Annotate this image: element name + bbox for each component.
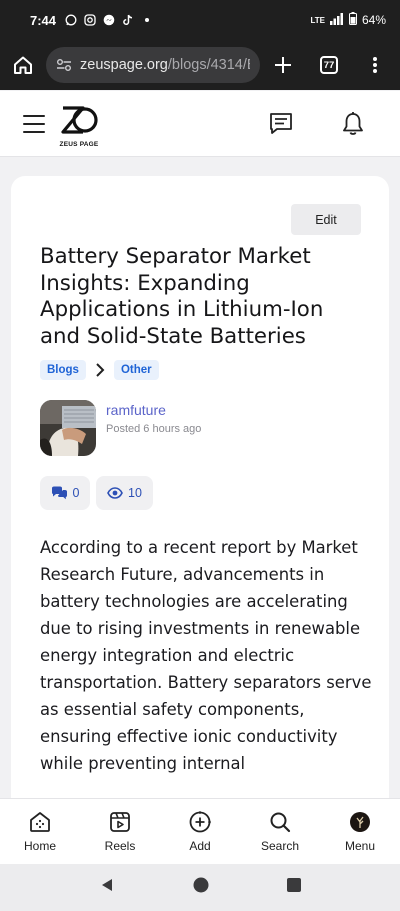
browser-toolbar: zeuspage.org/blogs/4314/Batte 77	[0, 40, 400, 90]
post-title: Battery Separator Market Insights: Expan…	[40, 244, 324, 349]
browser-menu-button[interactable]	[352, 40, 398, 90]
comments-count: 0	[72, 486, 80, 500]
edit-button[interactable]: Edit	[291, 204, 361, 235]
zeus-page-logo[interactable]: ZEUS PAGE	[55, 104, 103, 148]
views-count: 10	[128, 486, 142, 500]
url-domain: zeuspage.org	[80, 57, 168, 73]
url-path: /blogs/4314/Batte	[167, 57, 250, 73]
post-card: Edit Battery Separator Market Insights: …	[11, 176, 389, 876]
bell-icon[interactable]	[340, 111, 366, 137]
address-bar[interactable]: zeuspage.org/blogs/4314/Batte	[46, 47, 260, 83]
tab-switcher-button[interactable]: 77	[306, 40, 352, 90]
nav-home-label: Home	[23, 839, 56, 853]
instagram-icon	[83, 14, 96, 27]
tab-count: 77	[320, 56, 338, 74]
battery-percent: 64%	[361, 13, 386, 27]
comments-icon	[51, 486, 67, 500]
eye-icon	[107, 487, 123, 499]
notification-dot-icon	[140, 14, 153, 27]
site-settings-icon[interactable]	[56, 58, 72, 72]
battery-icon	[348, 12, 357, 28]
system-nav-bar	[0, 864, 400, 911]
home-outline-icon	[14, 56, 32, 74]
more-vert-icon	[373, 57, 377, 73]
plus-icon	[275, 57, 291, 73]
recents-square-icon[interactable]	[287, 878, 301, 897]
posted-time: Posted 6 hours ago	[106, 423, 202, 435]
tag-blogs[interactable]: Blogs	[40, 360, 86, 380]
author-avatar[interactable]	[40, 400, 96, 456]
nav-reels[interactable]: Reels	[80, 799, 160, 864]
home-circle-icon[interactable]	[193, 877, 209, 898]
whatsapp-icon	[64, 14, 77, 27]
comments-button[interactable]: 0	[40, 476, 90, 510]
nav-home[interactable]: Home	[0, 799, 80, 864]
network-type: LTE	[310, 15, 325, 25]
chevron-right-icon	[92, 362, 108, 378]
logo-text: ZEUS PAGE	[59, 141, 99, 148]
views-button[interactable]: 10	[96, 476, 153, 510]
status-time: 7:44	[30, 12, 57, 28]
nav-search[interactable]: Search	[240, 799, 320, 864]
nav-add-label: Add	[189, 839, 211, 853]
tiktok-icon	[121, 14, 134, 27]
back-icon[interactable]	[99, 877, 115, 898]
post-body: According to a recent report by Market R…	[40, 538, 372, 773]
new-tab-button[interactable]	[260, 40, 306, 90]
nav-menu-label: Menu	[344, 839, 376, 853]
nav-menu[interactable]: Menu	[320, 799, 400, 864]
avatar-icon	[347, 809, 373, 835]
post-tags: Blogs Other	[40, 360, 159, 380]
bottom-nav: Home Reels Add Search Menu	[0, 798, 400, 864]
nav-reels-label: Reels	[104, 839, 136, 853]
reels-icon	[107, 809, 133, 835]
tag-other[interactable]: Other	[113, 360, 159, 380]
search-icon	[267, 809, 293, 835]
messenger-icon	[102, 14, 115, 27]
home-icon	[27, 809, 53, 835]
add-circle-icon	[187, 809, 213, 835]
url-text: zeuspage.org/blogs/4314/Batte	[80, 57, 250, 73]
messages-icon[interactable]	[268, 111, 294, 137]
status-bar: 7:44 LTE 64%	[0, 0, 400, 40]
signal-icon	[329, 12, 344, 28]
hamburger-menu-icon[interactable]	[23, 115, 45, 133]
browser-home-button[interactable]	[0, 40, 46, 90]
nav-search-label: Search	[260, 839, 300, 853]
author-name[interactable]: ramfuture	[106, 402, 166, 418]
site-header: ZEUS PAGE	[0, 91, 400, 157]
nav-add[interactable]: Add	[160, 799, 240, 864]
